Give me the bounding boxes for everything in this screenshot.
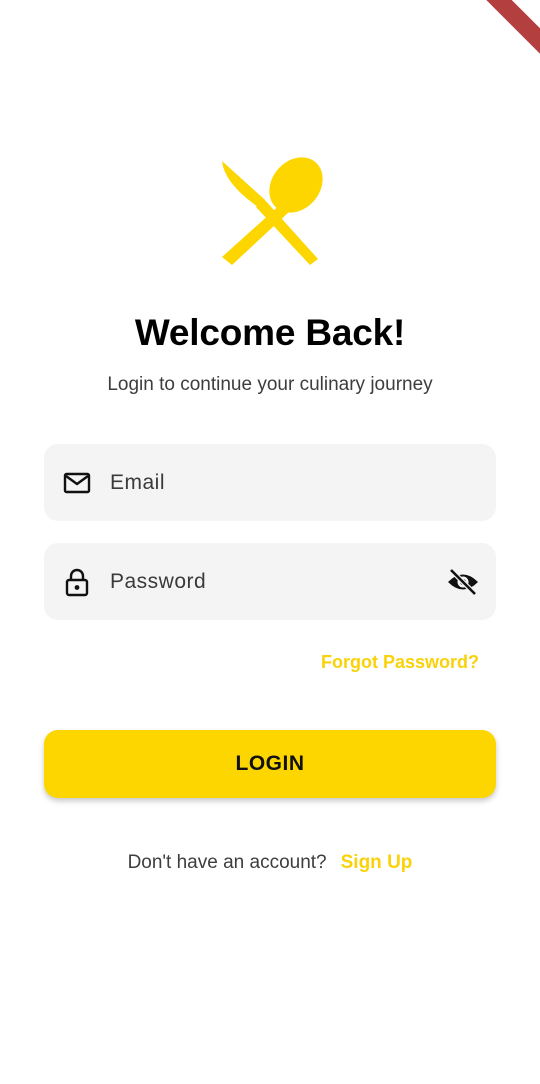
password-field[interactable] <box>44 543 496 620</box>
forgot-password-link[interactable]: Forgot Password? <box>321 652 479 673</box>
debug-banner-band <box>480 0 540 60</box>
page-title: Welcome Back! <box>134 312 406 353</box>
password-input[interactable] <box>110 543 430 620</box>
eye-off-icon[interactable] <box>446 567 480 597</box>
signup-row: Don't have an account? Sign Up <box>0 852 540 874</box>
page-subtitle: Login to continue your culinary journey <box>107 374 433 395</box>
email-field[interactable] <box>44 444 496 521</box>
login-screen: Welcome Back! Login to continue your cul… <box>0 0 540 1084</box>
login-button[interactable]: LOGIN <box>44 730 496 798</box>
lock-icon <box>65 568 89 597</box>
fork-spoon-icon <box>222 157 323 265</box>
debug-banner <box>480 0 540 60</box>
email-input[interactable] <box>110 444 430 521</box>
signup-link[interactable]: Sign Up <box>341 852 413 873</box>
mail-icon <box>63 472 91 494</box>
signup-prompt: Don't have an account? <box>127 852 327 873</box>
